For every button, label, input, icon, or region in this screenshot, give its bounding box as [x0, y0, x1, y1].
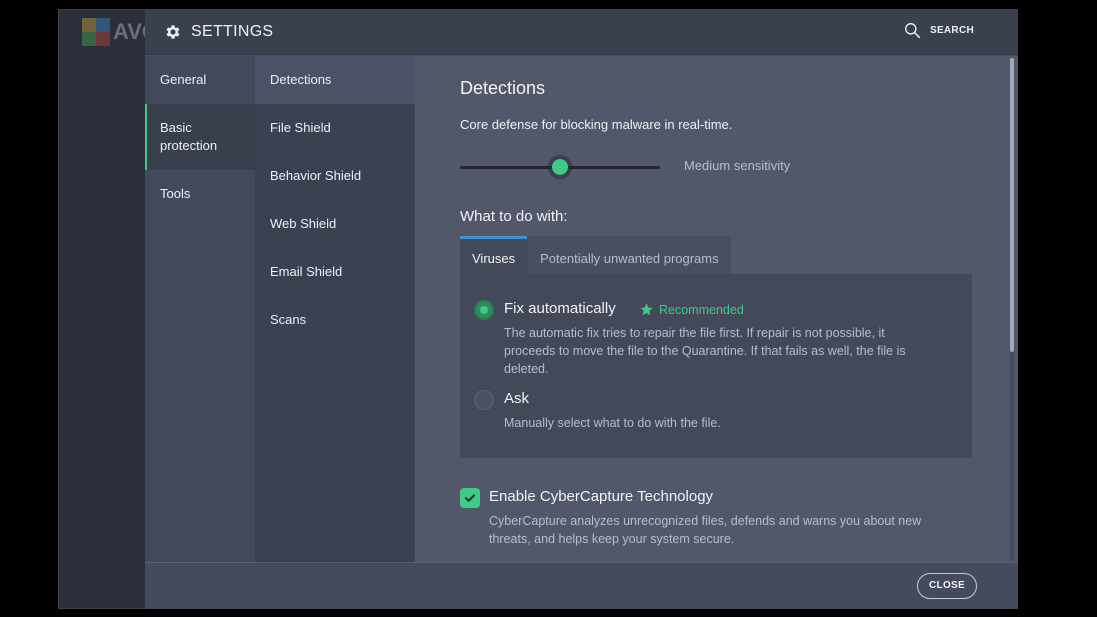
tab-potentially-unwanted-programs[interactable]: Potentially unwanted programs — [527, 236, 731, 274]
option-description: Manually select what to do with the file… — [504, 416, 721, 430]
option-title: Ask — [504, 390, 530, 407]
ask-radio[interactable] — [474, 390, 494, 410]
nav-item-behavior-shield[interactable]: Behavior Shield — [255, 152, 415, 200]
section-title: Detections — [460, 78, 546, 98]
cybercapture-description: CyberCapture analyzes unrecognized files… — [489, 514, 922, 546]
settings-header: SETTINGS SEARCH — [145, 9, 1018, 55]
close-button[interactable]: CLOSE — [917, 573, 977, 599]
option-title: Fix automatically — [504, 300, 616, 317]
tab-viruses[interactable]: Viruses — [460, 236, 528, 274]
recommended-badge: Recommended — [639, 302, 744, 317]
nav-item-tools[interactable]: Tools — [145, 170, 255, 218]
fix-automatically-radio[interactable] — [474, 300, 494, 320]
gear-icon — [166, 25, 180, 39]
slider-thumb[interactable] — [552, 159, 568, 175]
scrollbar-thumb[interactable] — [1010, 58, 1014, 352]
sensitivity-slider[interactable] — [460, 157, 660, 177]
search-label: SEARCH — [929, 25, 974, 36]
search-button[interactable]: SEARCH — [904, 22, 974, 39]
nav-item-detections[interactable]: Detections — [255, 56, 415, 104]
cybercapture-title: Enable CyberCapture Technology — [489, 488, 714, 505]
detections-content: Detections Core defense for blocking mal… — [415, 56, 1018, 562]
threat-type-tabs: Viruses Potentially unwanted programs — [460, 236, 731, 274]
primary-nav: General Basic protection Tools — [145, 56, 255, 562]
nav-item-general[interactable]: General — [145, 56, 255, 104]
cybercapture-checkbox[interactable] — [460, 488, 480, 508]
recommended-label: Recommended — [659, 302, 744, 317]
nav-item-web-shield[interactable]: Web Shield — [255, 200, 415, 248]
avg-logo-icon — [82, 18, 110, 46]
settings-dialog: SETTINGS SEARCH General Basic protection… — [145, 9, 1018, 609]
content-scrollbar[interactable] — [1010, 58, 1014, 561]
what-to-do-heading: What to do with: — [460, 208, 568, 225]
section-description: Core defense for blocking malware in rea… — [460, 117, 733, 132]
viruses-panel: Fix automatically Recommended The automa… — [460, 274, 972, 458]
dialog-footer: CLOSE — [145, 562, 1018, 609]
secondary-nav: Detections File Shield Behavior Shield W… — [255, 56, 415, 562]
option-description: The automatic fix tries to repair the fi… — [504, 326, 906, 376]
search-icon — [904, 23, 921, 39]
star-icon — [640, 303, 653, 316]
sensitivity-label: Medium sensitivity — [684, 158, 791, 173]
avg-logo: AVG — [82, 18, 149, 46]
nav-item-email-shield[interactable]: Email Shield — [255, 248, 415, 296]
page-title: SETTINGS — [191, 23, 274, 40]
checkmark-icon — [465, 494, 475, 502]
nav-item-scans[interactable]: Scans — [255, 296, 415, 344]
avg-logo-text: AVG — [113, 19, 149, 44]
nav-item-file-shield[interactable]: File Shield — [255, 104, 415, 152]
nav-item-basic-protection[interactable]: Basic protection — [145, 104, 255, 170]
